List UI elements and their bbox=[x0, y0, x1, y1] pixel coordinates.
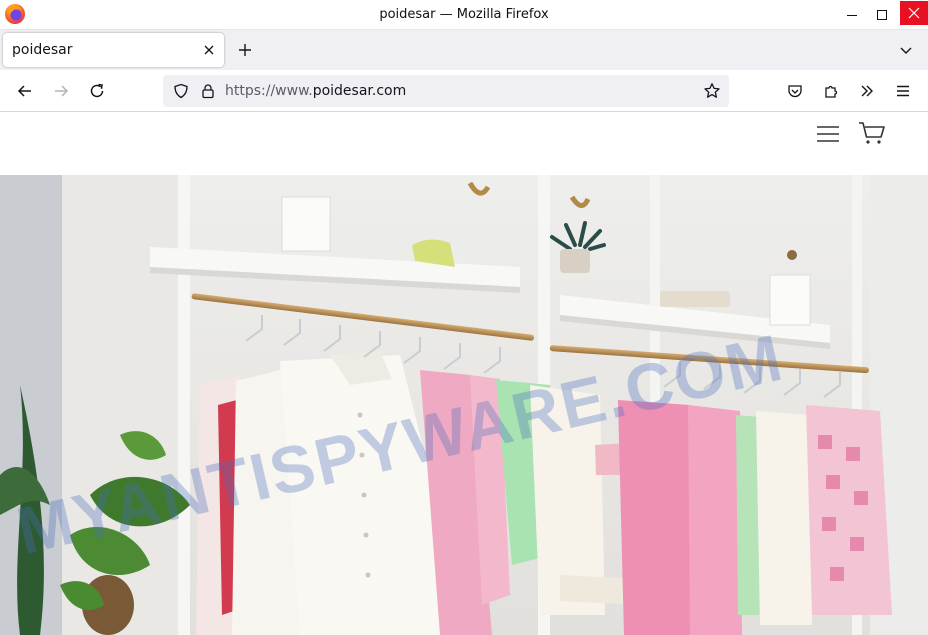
hamburger-menu-icon bbox=[897, 85, 909, 97]
close-icon bbox=[204, 45, 214, 55]
extensions-button[interactable] bbox=[817, 77, 845, 105]
url-scheme: https://www. bbox=[225, 83, 313, 99]
hamburger-menu-icon bbox=[817, 126, 839, 142]
window-title: poidesar — Mozilla Firefox bbox=[379, 7, 549, 22]
tab-strip: poidesar bbox=[0, 30, 928, 70]
lock-icon bbox=[202, 84, 214, 99]
shopping-cart-icon bbox=[859, 122, 885, 144]
site-menu-button[interactable] bbox=[814, 121, 842, 147]
maximize-icon bbox=[877, 10, 887, 20]
puzzle-piece-icon bbox=[825, 85, 838, 98]
reload-button[interactable] bbox=[83, 77, 111, 105]
bookmark-button[interactable] bbox=[700, 79, 724, 103]
forward-button[interactable] bbox=[47, 77, 75, 105]
maximize-button[interactable] bbox=[864, 0, 900, 30]
double-chevron-right-icon bbox=[861, 85, 873, 97]
shield-icon bbox=[174, 83, 188, 99]
back-button[interactable] bbox=[11, 77, 39, 105]
close-tab-button[interactable] bbox=[200, 41, 218, 59]
hero-image: MYANTISPYWARE.COM bbox=[0, 175, 928, 635]
arrow-right-icon bbox=[55, 85, 69, 97]
url-bar[interactable]: https://www.poidesar.com bbox=[163, 75, 729, 107]
arrow-left-icon bbox=[17, 85, 31, 97]
web-page: MYANTISPYWARE.COM bbox=[0, 112, 928, 635]
site-cart-button[interactable] bbox=[856, 119, 888, 147]
minimize-icon bbox=[847, 15, 857, 16]
site-header bbox=[0, 112, 928, 175]
more-tools-button[interactable] bbox=[853, 77, 881, 105]
plus-icon bbox=[239, 44, 251, 56]
list-all-tabs-button[interactable] bbox=[894, 38, 918, 62]
pocket-button[interactable] bbox=[781, 77, 809, 105]
window-titlebar: poidesar — Mozilla Firefox bbox=[0, 0, 928, 30]
chevron-down-icon bbox=[900, 47, 912, 54]
close-icon bbox=[908, 7, 920, 19]
reload-icon bbox=[90, 83, 104, 98]
tab-title: poidesar bbox=[12, 42, 73, 58]
url-host: poidesar.com bbox=[312, 83, 407, 99]
close-window-button[interactable] bbox=[900, 1, 928, 25]
url-text[interactable]: https://www.poidesar.com bbox=[225, 83, 406, 99]
tracking-protection-button[interactable] bbox=[169, 79, 193, 103]
pocket-icon bbox=[788, 85, 802, 98]
new-tab-button[interactable] bbox=[233, 38, 257, 62]
star-icon bbox=[704, 83, 720, 98]
tab-poidesar[interactable]: poidesar bbox=[3, 33, 224, 67]
navigation-toolbar: https://www.poidesar.com bbox=[0, 70, 928, 112]
site-info-button[interactable] bbox=[196, 79, 220, 103]
app-menu-button[interactable] bbox=[889, 77, 917, 105]
